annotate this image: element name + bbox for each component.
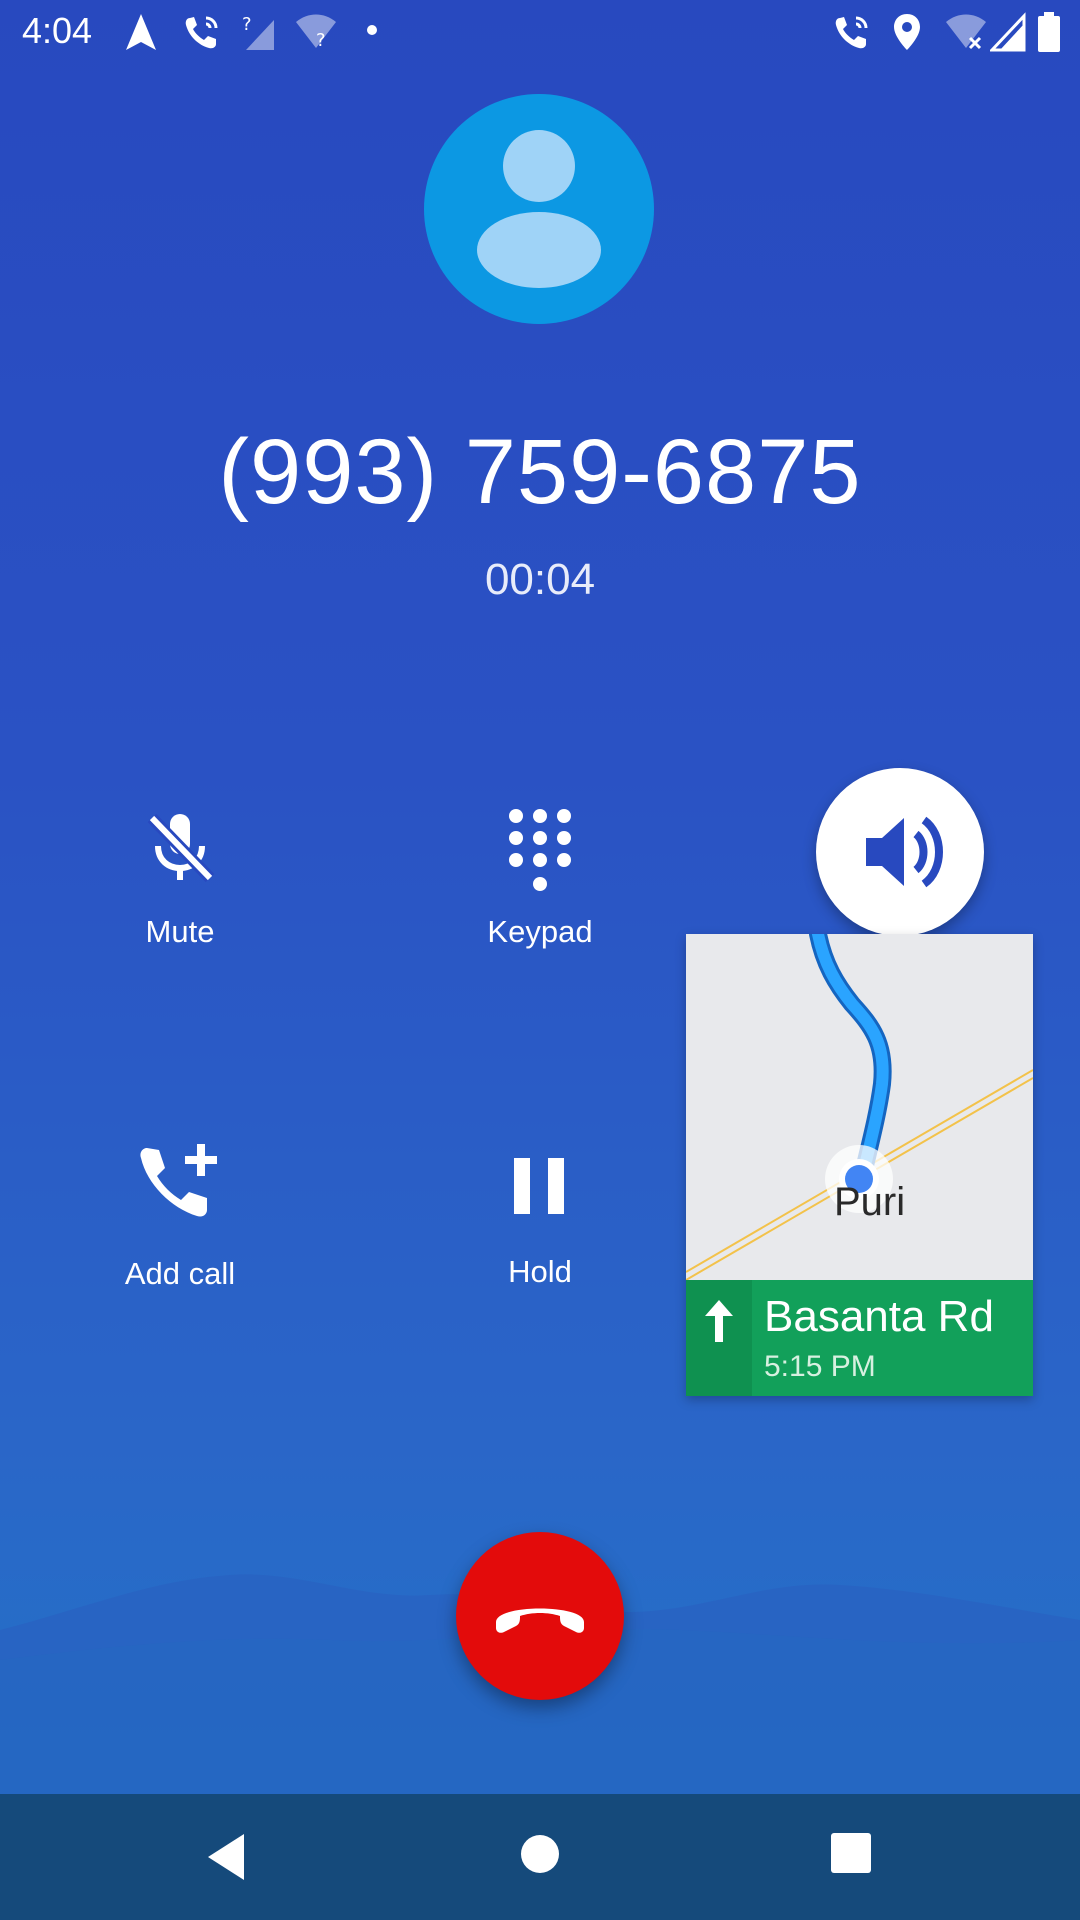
caller-number: (993) 759-6875 [218,421,862,523]
dialpad-icon [509,809,571,891]
wifi-call-icon [835,16,868,49]
wifi-unknown-icon: ? [296,14,336,51]
contact-avatar [424,94,654,324]
battery-icon [1038,12,1060,52]
speaker-icon [866,816,943,888]
back-icon[interactable] [204,1832,248,1882]
system-nav-bar [0,1794,1080,1920]
mute-button[interactable]: Mute [30,806,330,950]
nav-map[interactable]: Puri [686,934,1033,1280]
svg-text:?: ? [316,30,326,51]
wifi-call-icon [185,16,218,49]
speaker-button[interactable] [816,768,984,936]
svg-text:?: ? [242,14,252,35]
keypad-label: Keypad [487,914,593,949]
hold-label: Hold [508,1254,572,1289]
status-time: 4:04 [22,10,93,51]
nav-banner[interactable]: Basanta Rd 5:15 PM [686,1280,1033,1396]
person-icon [477,130,601,288]
navigation-icon [126,14,156,50]
add-call-label: Add call [124,1256,236,1291]
map-place-label: Puri [834,1180,906,1224]
dot-icon [367,25,377,35]
signal-icon [990,12,1026,52]
pause-icon [514,1158,564,1214]
status-bar: 4:04 ? ? [0,0,1080,64]
mute-label: Mute [145,914,215,949]
add-call-icon [140,1144,217,1217]
home-icon[interactable] [520,1834,560,1874]
call-timer: 00:04 [484,555,596,604]
in-call-screen: 4:04 ? ? (993) 759-6875 00:04 Mute Keypa… [0,0,1080,1920]
hang-up-icon [496,1608,584,1633]
nav-eta: 5:15 PM [764,1350,876,1383]
direction-panel [686,1280,752,1396]
navigation-overlay[interactable]: Puri Basanta Rd 5:15 PM [686,934,1033,1396]
nav-street: Basanta Rd [764,1292,994,1341]
hold-button[interactable]: Hold [390,1152,690,1290]
no-signal-icon: ? [242,14,274,50]
location-icon [894,14,920,50]
arrow-up-icon [705,1300,733,1342]
map-route [686,934,1033,1280]
recents-icon[interactable] [830,1832,872,1874]
mic-off-icon [147,813,215,883]
add-call-button[interactable]: Add call [30,1142,330,1292]
keypad-button[interactable]: Keypad [390,806,690,950]
wifi-off-icon [946,14,986,50]
end-call-button[interactable] [456,1532,624,1700]
